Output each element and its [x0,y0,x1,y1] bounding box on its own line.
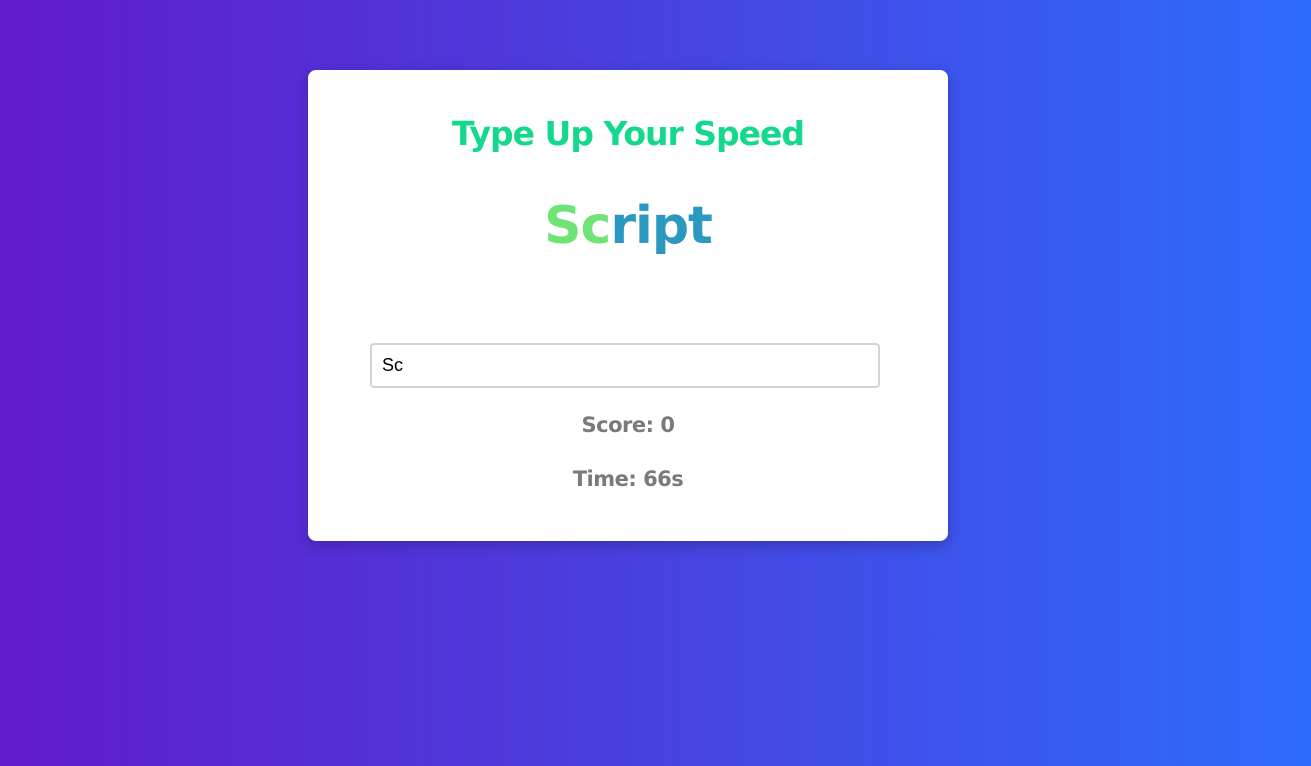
time-display: Time: 66s [308,467,948,491]
time-unit: s [671,467,684,491]
game-card: Type Up Your Speed Script Score: 0 Time:… [308,70,948,541]
score-display: Score: 0 [308,413,948,437]
typing-input-wrapper [370,343,880,388]
score-value: 0 [660,413,675,437]
typing-input[interactable] [370,343,880,388]
current-word: Script [308,200,948,252]
page-title: Type Up Your Speed [451,114,805,153]
time-value: 66 [643,467,672,491]
current-word-typed-part: Sc [544,196,611,256]
current-word-remaining-part: ript [610,196,713,256]
time-label: Time: [572,467,644,491]
score-label: Score: [581,413,661,437]
